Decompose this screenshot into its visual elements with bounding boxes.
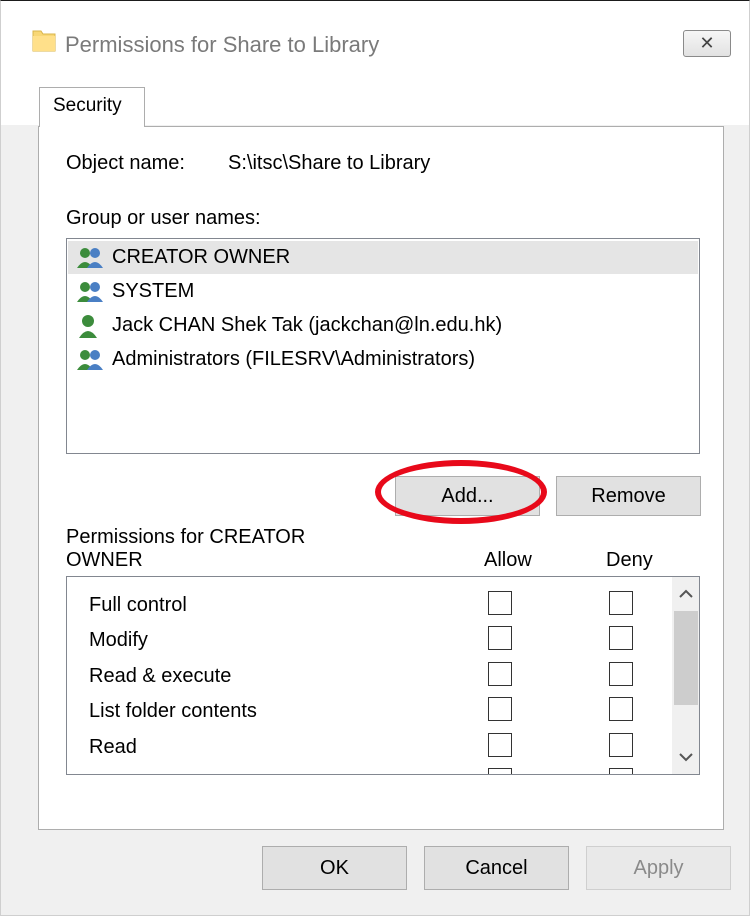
permission-name: Read & execute — [89, 665, 232, 687]
permissions-label-line1: Permissions for CREATOR — [66, 526, 306, 548]
users-group-icon — [77, 282, 103, 302]
permission-row-read: Read — [67, 732, 667, 768]
principal-name: CREATOR OWNER — [112, 246, 291, 268]
list-item-creator-owner[interactable]: CREATOR OWNER — [68, 241, 698, 274]
scroll-up-icon[interactable] — [672, 579, 699, 609]
permissions-scrollbar[interactable] — [672, 577, 699, 774]
title-bar: Permissions for Share to Library ✕ — [1, 1, 749, 69]
list-item-jack-chan[interactable]: Jack CHAN Shek Tak (jackchan@ln.edu.hk) — [68, 309, 698, 342]
apply-button[interactable]: Apply — [586, 846, 731, 890]
allow-checkbox[interactable] — [488, 591, 512, 615]
cancel-button[interactable]: Cancel — [424, 846, 569, 890]
allow-checkbox[interactable] — [488, 768, 512, 774]
users-group-icon — [77, 248, 103, 268]
user-icon — [79, 315, 97, 338]
allow-checkbox[interactable] — [488, 662, 512, 686]
remove-button[interactable]: Remove — [556, 476, 701, 516]
tab-security[interactable]: Security — [39, 87, 145, 127]
scroll-down-icon[interactable] — [672, 742, 699, 772]
permission-row-modify: Modify — [67, 625, 667, 661]
folder-icon — [32, 30, 56, 52]
allow-checkbox[interactable] — [488, 697, 512, 721]
deny-checkbox[interactable] — [609, 697, 633, 721]
add-button-annotation-ring — [375, 460, 547, 524]
allow-checkbox[interactable] — [488, 733, 512, 757]
deny-checkbox[interactable] — [609, 662, 633, 686]
allow-column-header: Allow — [484, 549, 532, 571]
group-names-label: Group or user names: — [66, 207, 261, 229]
permission-row-list-folder-contents: List folder contents — [67, 696, 667, 732]
permission-row-read-execute: Read & execute — [67, 661, 667, 697]
principal-name: Jack CHAN Shek Tak (jackchan@ln.edu.hk) — [112, 314, 503, 336]
scroll-thumb[interactable] — [674, 611, 698, 705]
tab-security-label: Security — [53, 95, 122, 116]
principal-name: SYSTEM — [112, 280, 195, 302]
deny-column-header: Deny — [606, 549, 653, 571]
permissions-dialog: Permissions for Share to Library ✕ Secur… — [0, 0, 750, 916]
users-group-icon — [77, 350, 103, 370]
close-button[interactable]: ✕ — [683, 30, 731, 57]
object-name-label: Object name: — [66, 152, 185, 174]
deny-checkbox[interactable] — [609, 626, 633, 650]
permission-name: List folder contents — [89, 700, 257, 722]
permission-row-partial — [67, 767, 667, 774]
permissions-list: Full control Modify Read & execute List … — [66, 576, 700, 775]
principals-list[interactable]: CREATOR OWNER SYSTEM Jack CHAN Shek Tak … — [66, 238, 700, 454]
deny-checkbox[interactable] — [609, 733, 633, 757]
allow-checkbox[interactable] — [488, 626, 512, 650]
principal-name: Administrators (FILESRV\Administrators) — [112, 348, 476, 370]
permission-name: Full control — [89, 594, 187, 616]
permissions-label-line2: OWNER — [66, 549, 143, 571]
permission-name: Modify — [89, 629, 148, 651]
deny-checkbox[interactable] — [609, 591, 633, 615]
window-title: Permissions for Share to Library — [65, 32, 380, 57]
close-icon: ✕ — [699, 33, 715, 53]
list-item-system[interactable]: SYSTEM — [68, 275, 698, 308]
list-item-administrators[interactable]: Administrators (FILESRV\Administrators) — [68, 343, 698, 376]
object-name-value: S:\itsc\Share to Library — [228, 152, 431, 174]
ok-button[interactable]: OK — [262, 846, 407, 890]
permission-row-full-control: Full control — [67, 590, 667, 626]
deny-checkbox[interactable] — [609, 768, 633, 774]
permission-name: Read — [89, 736, 137, 758]
security-panel: Object name: S:\itsc\Share to Library Gr… — [38, 126, 724, 830]
